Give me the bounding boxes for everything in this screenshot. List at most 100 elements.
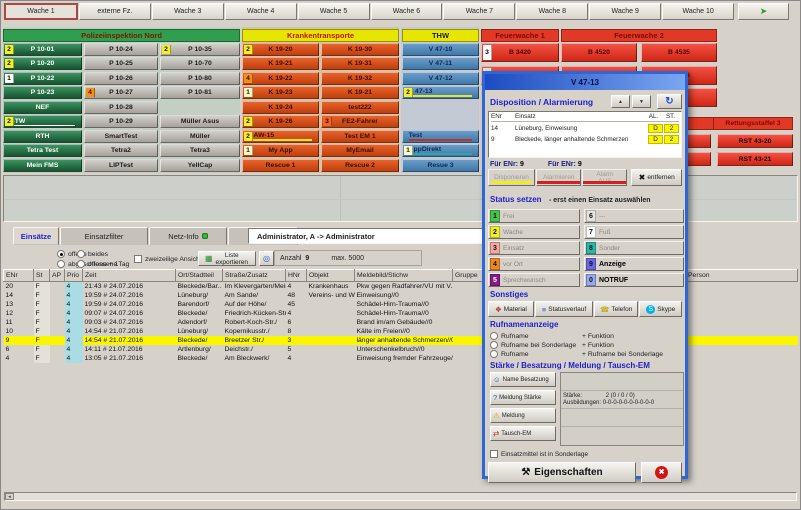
table-column-header[interactable]: HNr: [286, 270, 307, 282]
sonderlage-checkbox[interactable]: Einsatzmittel ist in Sonderlage: [490, 450, 682, 458]
unit-button[interactable]: K 19-21: [321, 86, 399, 99]
unit-button[interactable]: K 19-30: [321, 43, 399, 56]
status-button[interactable]: 4 vor Ort: [488, 257, 580, 271]
refresh-button[interactable]: ↻: [657, 94, 682, 109]
station-tab[interactable]: Wache 3: [152, 3, 224, 20]
status-button[interactable]: 6 ---: [584, 209, 684, 223]
unit-button[interactable]: K 19-32: [321, 72, 399, 85]
dialog-tool-button[interactable]: ? Meldung Stärke: [490, 390, 556, 405]
unit-button[interactable]: P 10-26: [84, 72, 158, 85]
unit-button[interactable]: B 4520: [561, 43, 637, 62]
station-tab[interactable]: externe Fz.: [79, 3, 151, 20]
unit-button[interactable]: 2 V 47-13: [402, 86, 479, 99]
status-button[interactable]: 8 Sonder: [584, 241, 684, 255]
main-tab[interactable]: Einsätze: [13, 227, 59, 245]
unit-button[interactable]: 1 K 19-23: [242, 86, 319, 99]
status-button[interactable]: 7 Fuß: [584, 225, 684, 239]
dialog-tool-button[interactable]: ☎ Telefon: [594, 301, 638, 317]
unit-button[interactable]: K 19-21: [242, 57, 319, 70]
unit-button[interactable]: Test EM 1: [321, 130, 399, 143]
unit-button[interactable]: V 47-10: [402, 43, 479, 56]
unit-button[interactable]: 2 K 19-20: [242, 43, 319, 56]
unit-button[interactable]: 2 P 10-35: [160, 43, 240, 56]
status-button[interactable]: 1 Frei: [488, 209, 580, 223]
filter-radio[interactable]: offene + 1Tag: [77, 259, 129, 269]
unit-button[interactable]: 1 AppDirekt: [402, 144, 479, 157]
unit-button[interactable]: 2 K 19-26: [242, 115, 319, 128]
unit-button[interactable]: test222: [321, 101, 399, 114]
unit-button[interactable]: 2 P 10-01: [3, 43, 82, 56]
unit-button[interactable]: Müller: [160, 130, 240, 143]
unit-button[interactable]: SmartTest: [84, 130, 158, 143]
unit-button[interactable]: Rescue 2: [321, 159, 399, 172]
unit-button[interactable]: P 10-70: [160, 57, 240, 70]
status-button[interactable]: 5 Sprechwunsch: [488, 273, 580, 287]
unit-button[interactable]: V 47-12: [402, 72, 479, 85]
dialog-tool-button[interactable]: ⚠ Meldung: [490, 408, 556, 423]
unit-button[interactable]: Tetra Test: [3, 144, 82, 157]
unit-button[interactable]: 4 K 19-22: [242, 72, 319, 85]
table-column-header[interactable]: Straße/Zusatz: [223, 270, 286, 282]
unit-button[interactable]: P 10-80: [160, 72, 240, 85]
disponieren-button[interactable]: Disponieren: [488, 169, 535, 186]
eigenschaften-button[interactable]: ⚒ Eigenschaften: [488, 462, 636, 483]
table-column-header[interactable]: Meldebild/Stichw: [355, 270, 453, 282]
main-tab[interactable]: Netz-Info: [149, 227, 227, 245]
rufname-option[interactable]: Rufname + Funktion: [490, 331, 682, 340]
unit-button[interactable]: MyEmail: [321, 144, 399, 157]
quick-tool-button[interactable]: ➤: [738, 3, 789, 20]
unit-button[interactable]: 2 P 10-20: [3, 57, 82, 70]
unit-button[interactable]: K 19-24: [242, 101, 319, 114]
station-tab[interactable]: Wache 7: [443, 3, 515, 20]
dialog-tool-button[interactable]: ❖ Material: [488, 301, 534, 317]
dialog-tool-button[interactable]: S Skype: [639, 301, 682, 317]
unit-button[interactable]: NEF: [3, 101, 82, 114]
unit-button[interactable]: P 10-25: [84, 57, 158, 70]
unit-button[interactable]: Resue 3: [402, 159, 479, 172]
status-button[interactable]: 9 Anzeige: [584, 257, 684, 271]
table-column-header[interactable]: Objekt: [307, 270, 355, 282]
unit-button[interactable]: Rescue 1: [242, 159, 319, 172]
unit-button[interactable]: 2 BTW: [3, 115, 82, 128]
table-column-header[interactable]: Person: [686, 270, 798, 282]
table-column-header[interactable]: Prio: [65, 270, 83, 282]
unit-button[interactable]: P 10-29: [84, 115, 158, 128]
unit-button[interactable]: P 10-24: [84, 43, 158, 56]
dialog-tool-button[interactable]: ☺ Name Besatzung: [490, 372, 556, 387]
status-button[interactable]: 0 NOTRUF: [584, 273, 684, 287]
table-column-header[interactable]: Zeit: [83, 270, 176, 282]
unit-button[interactable]: 3 FE2-Fahrer: [321, 115, 399, 128]
unit-button[interactable]: RST 43-21: [717, 152, 793, 166]
unit-button[interactable]: P 10-81: [160, 86, 240, 99]
status-button[interactable]: 2 Wache: [488, 225, 580, 239]
unit-button[interactable]: YellCap: [160, 159, 240, 172]
alarm-aus-button[interactable]: Alarm AUS: [582, 169, 627, 186]
horizontal-scrollbar[interactable]: ◂: [4, 492, 797, 501]
list-tool-button[interactable]: ◎: [259, 251, 274, 266]
dialog-title-bar[interactable]: V 47-13: [485, 74, 685, 90]
unit-button[interactable]: B 4535: [641, 43, 717, 62]
unit-button[interactable]: Müller Asus: [160, 115, 240, 128]
table-column-header[interactable]: ENr: [4, 270, 34, 282]
unit-button[interactable]: 3 B 3420: [481, 43, 559, 62]
dispo-list-row[interactable]: 9 Bleckede, länger anhaltende Schmerzen …: [491, 135, 679, 144]
export-list-button[interactable]: ▦ Liste exportieren: [198, 251, 256, 266]
unit-button[interactable]: LIPTest: [84, 159, 158, 172]
unit-button[interactable]: RTH: [3, 130, 82, 143]
station-tab[interactable]: Wache 9: [589, 3, 661, 20]
unit-button[interactable]: Test: [402, 130, 479, 143]
unit-button[interactable]: P 10-23: [3, 86, 82, 99]
rufname-option[interactable]: Rufname bei Sonderlage + Funktion: [490, 340, 682, 349]
station-tab[interactable]: Wache 5: [298, 3, 370, 20]
unit-button[interactable]: 1 P 10-22: [3, 72, 82, 85]
filter-radio[interactable]: beides: [77, 249, 129, 259]
close-dialog-button[interactable]: ✖: [641, 462, 682, 483]
rufname-option[interactable]: Rufname + Rufname bei Sonderlage: [490, 349, 682, 358]
table-column-header[interactable]: St: [34, 270, 50, 282]
unit-button[interactable]: 1 My App: [242, 144, 319, 157]
unit-button[interactable]: Tetra2: [84, 144, 158, 157]
unit-button[interactable]: Mein FMS: [3, 159, 82, 172]
unit-button[interactable]: V 47-11: [402, 57, 479, 70]
dialog-tool-button[interactable]: ⇄ Tausch-EM: [490, 426, 556, 441]
table-column-header[interactable]: AP: [50, 270, 65, 282]
